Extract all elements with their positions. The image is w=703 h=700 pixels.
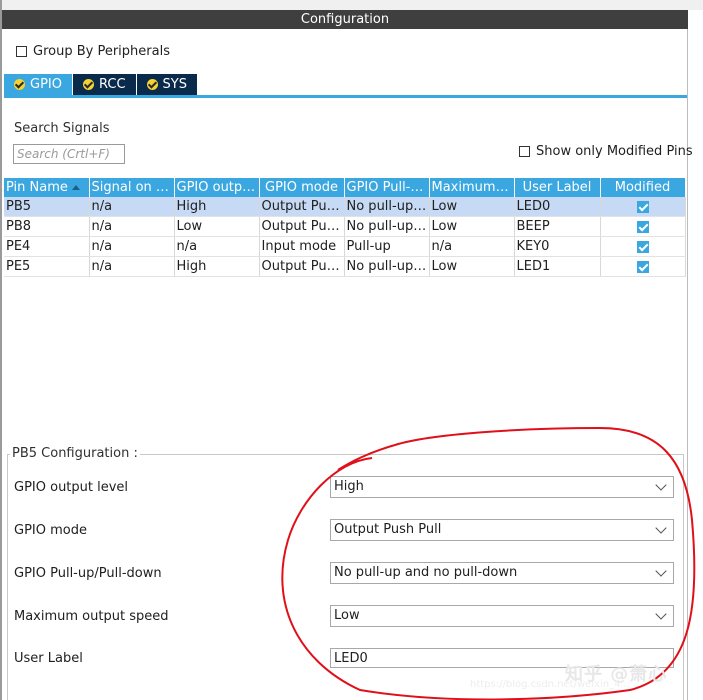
pull-up-down-select[interactable]: No pull-up and no pull-down (330, 562, 674, 584)
column-header-user-label[interactable]: User Label (514, 178, 601, 197)
chevron-down-icon (655, 608, 667, 620)
max-output-speed-select[interactable]: Low (330, 605, 674, 627)
cell-mode: Output Pus... (259, 256, 345, 277)
table-row[interactable]: PE4 n/a n/a Input mode Pull-up n/a KEY0 (4, 236, 686, 257)
pin-configuration-title: PB5 Configuration : (10, 446, 140, 461)
check-circle-icon (14, 79, 25, 90)
tab-label: RCC (98, 77, 126, 92)
user-label-label: User Label (14, 651, 83, 666)
cell-pin: PB8 (4, 216, 90, 237)
table-header-row: Pin Name Signal on Pin GPIO outpu... GPI… (4, 178, 686, 197)
column-header-modified[interactable]: Modified (600, 178, 686, 197)
cell-signal: n/a (89, 197, 175, 217)
pin-table: Pin Name Signal on Pin GPIO outpu... GPI… (4, 178, 686, 277)
watermark-url: https://blog.csdn.net/weixin_4... (470, 679, 631, 690)
cell-modified (600, 197, 686, 217)
max-output-speed-value: Low (334, 608, 360, 623)
chevron-down-icon (655, 522, 667, 534)
chevron-down-icon (655, 479, 667, 491)
cell-output: n/a (174, 236, 260, 257)
cell-mode: Input mode (259, 236, 345, 257)
gpio-mode-select[interactable]: Output Push Pull (330, 519, 674, 541)
cell-signal: n/a (89, 236, 175, 257)
output-level-select[interactable]: High (330, 476, 674, 498)
group-by-peripherals-checkbox[interactable] (16, 46, 27, 57)
cell-speed: Low (429, 256, 515, 277)
search-signals-label: Search Signals (14, 121, 110, 136)
pull-up-down-value: No pull-up and no pull-down (334, 565, 518, 580)
gpio-mode-value: Output Push Pull (334, 522, 442, 537)
table-row[interactable]: PE5 n/a High Output Pus... No pull-up a.… (4, 256, 686, 277)
table-row[interactable]: PB5 n/a High Output Pus... No pull-up a.… (4, 197, 686, 217)
cell-modified (600, 216, 686, 237)
cell-signal: n/a (89, 216, 175, 237)
cell-pin: PB5 (4, 197, 90, 217)
group-by-peripherals-label: Group By Peripherals (33, 44, 170, 59)
sort-ascending-icon (71, 185, 80, 190)
modified-checkbox[interactable] (636, 240, 649, 253)
tab-label: GPIO (30, 77, 62, 92)
top-strip (0, 0, 703, 10)
show-modified-checkbox[interactable] (519, 146, 530, 157)
cell-label: LED1 (514, 256, 601, 277)
cell-label: LED0 (514, 197, 601, 217)
cell-label: BEEP (514, 216, 601, 237)
cell-pull: No pull-up a... (344, 197, 430, 217)
cell-output: Low (174, 216, 260, 237)
search-signals-input[interactable] (13, 144, 125, 164)
modified-checkbox[interactable] (636, 200, 649, 213)
tab-underline (4, 95, 687, 98)
cell-pull: Pull-up (344, 236, 430, 257)
output-level-label: GPIO output level (14, 480, 129, 495)
tab-gpio[interactable]: GPIO (4, 74, 72, 95)
cell-output: High (174, 197, 260, 217)
column-header-max-speed[interactable]: Maximum o... (429, 178, 515, 197)
cell-mode: Output Pus... (259, 216, 345, 237)
check-circle-icon (146, 79, 158, 90)
cell-pin: PE5 (4, 256, 90, 277)
peripheral-tabs: GPIO RCC SYS (4, 74, 197, 95)
cell-modified (600, 256, 686, 277)
output-level-value: High (334, 479, 364, 494)
modified-checkbox[interactable] (636, 220, 649, 233)
column-header-signal[interactable]: Signal on Pin (89, 178, 175, 197)
cell-speed: Low (429, 197, 515, 217)
show-modified-label: Show only Modified Pins (536, 144, 693, 159)
column-header-gpio-mode[interactable]: GPIO mode (259, 178, 345, 197)
cell-pull: No pull-up a... (344, 216, 430, 237)
group-by-peripherals-option[interactable]: Group By Peripherals (16, 44, 170, 59)
left-border (0, 0, 2, 700)
window-title: Configuration (2, 10, 688, 29)
right-border (687, 29, 688, 700)
chevron-down-icon (655, 565, 667, 577)
column-header-pin-name[interactable]: Pin Name (4, 178, 90, 197)
tab-rcc[interactable]: RCC (72, 74, 136, 95)
cell-speed: Low (429, 216, 515, 237)
tab-sys[interactable]: SYS (136, 74, 197, 95)
table-row[interactable]: PB8 n/a Low Output Pus... No pull-up a..… (4, 216, 686, 237)
cell-label: KEY0 (514, 236, 601, 257)
cell-mode: Output Pus... (259, 197, 345, 217)
tab-label: SYS (162, 77, 187, 92)
modified-checkbox[interactable] (636, 260, 649, 273)
column-header-pull[interactable]: GPIO Pull-u... (344, 178, 430, 197)
cell-output: High (174, 256, 260, 277)
cell-modified (600, 236, 686, 257)
cell-signal: n/a (89, 256, 175, 277)
gpio-mode-label: GPIO mode (14, 523, 87, 538)
check-circle-icon (82, 79, 94, 90)
max-output-speed-label: Maximum output speed (14, 609, 169, 624)
cell-pin: PE4 (4, 236, 90, 257)
show-modified-option[interactable]: Show only Modified Pins (519, 144, 693, 159)
cell-pull: No pull-up a... (344, 256, 430, 277)
cell-speed: n/a (429, 236, 515, 257)
column-header-output-level[interactable]: GPIO outpu... (174, 178, 260, 197)
pull-up-down-label: GPIO Pull-up/Pull-down (14, 566, 162, 581)
